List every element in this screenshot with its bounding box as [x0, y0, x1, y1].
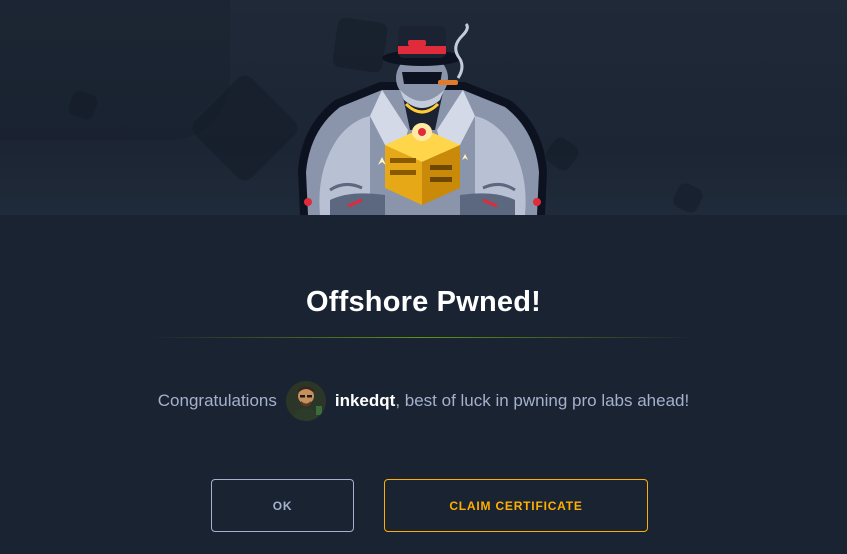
username[interactable]: inkedqt: [335, 391, 395, 411]
message-prefix: Congratulations: [157, 391, 277, 410]
ok-button[interactable]: OK: [211, 479, 354, 532]
title-divider: [150, 337, 697, 338]
claim-certificate-button[interactable]: CLAIM CERTIFICATE: [384, 479, 648, 532]
congratulations-message: Congratulations inkedqt , best of luck i…: [0, 380, 847, 422]
avatar-image: [285, 381, 326, 421]
message-suffix: , best of luck in pwning pro labs ahead!: [395, 391, 690, 410]
dialog-title: Offshore Pwned!: [305, 286, 541, 318]
user-avatar: [285, 381, 326, 421]
achievement-dialog: Offshore Pwned! Congratulations inkedqt …: [0, 0, 847, 554]
mobster-mascot-icon: [298, 22, 547, 215]
banner: [0, 0, 847, 215]
banner-decoration: [670, 180, 706, 215]
